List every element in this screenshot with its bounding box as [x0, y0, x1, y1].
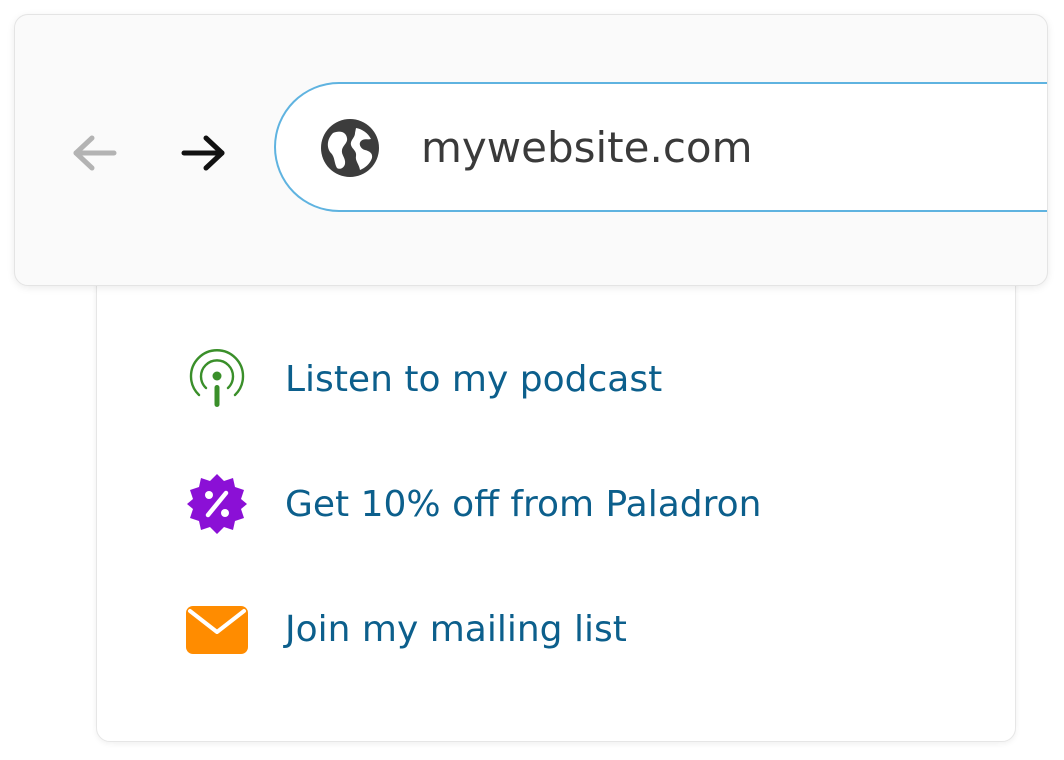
link-label: Get 10% off from Paladron: [285, 483, 762, 525]
arrow-right-icon: [181, 135, 225, 171]
globe-icon: [321, 119, 379, 177]
link-list: Listen to my podcast Get 10% off from Pa…: [185, 347, 761, 661]
envelope-icon: [185, 597, 249, 661]
browser-toolbar: mywebsite.com: [14, 14, 1048, 286]
link-label: Listen to my podcast: [285, 358, 663, 400]
page: Listen to my podcast Get 10% off from Pa…: [0, 0, 1064, 760]
address-bar[interactable]: mywebsite.com: [274, 82, 1047, 212]
link-discount[interactable]: Get 10% off from Paladron: [185, 472, 761, 536]
link-card: Listen to my podcast Get 10% off from Pa…: [96, 250, 1016, 742]
forward-button[interactable]: [175, 127, 231, 179]
podcast-icon: [185, 347, 249, 411]
url-text: mywebsite.com: [421, 123, 753, 172]
arrow-left-icon: [73, 135, 117, 171]
discount-badge-icon: [185, 472, 249, 536]
link-label: Join my mailing list: [285, 608, 627, 650]
link-mailing-list[interactable]: Join my mailing list: [185, 597, 761, 661]
back-button[interactable]: [67, 127, 123, 179]
link-podcast[interactable]: Listen to my podcast: [185, 347, 761, 411]
